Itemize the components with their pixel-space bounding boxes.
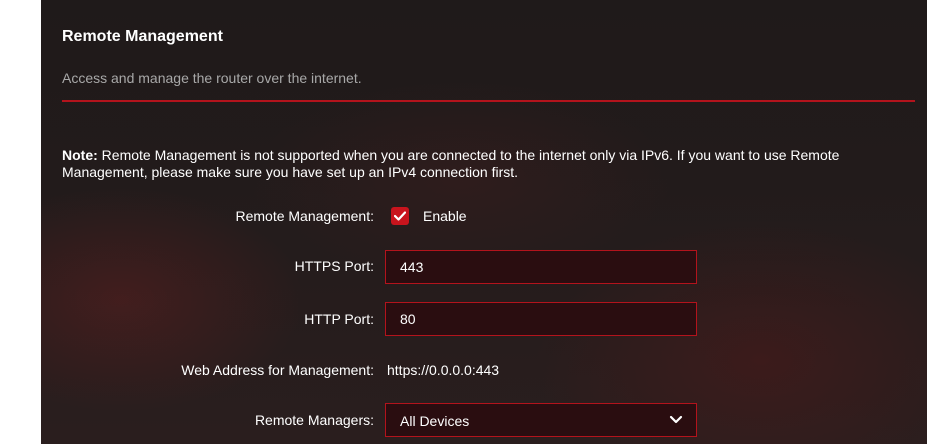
http-port-input[interactable]	[385, 302, 697, 336]
remote-managers-select[interactable]: All Devices	[385, 403, 697, 437]
section-divider	[62, 100, 915, 102]
chevron-down-icon	[669, 415, 683, 424]
check-icon	[394, 211, 406, 221]
enable-label[interactable]: Enable	[423, 208, 467, 224]
section-subtitle: Access and manage the router over the in…	[62, 70, 362, 86]
note-prefix: Note:	[62, 147, 98, 163]
remote-managers-value: All Devices	[400, 413, 470, 429]
web-address-value: https://0.0.0.0:443	[387, 362, 500, 378]
remote-managers-label: Remote Managers:	[254, 412, 374, 428]
note-body: Remote Management is not supported when …	[62, 147, 840, 180]
web-address-label: Web Address for Management:	[181, 362, 374, 378]
remote-management-label: Remote Management:	[235, 208, 374, 224]
https-port-input[interactable]	[385, 250, 697, 284]
enable-checkbox[interactable]	[391, 207, 409, 225]
http-port-label: HTTP Port:	[304, 311, 374, 327]
https-port-label: HTTPS Port:	[294, 258, 374, 274]
note-text: Note: Remote Management is not supported…	[62, 147, 922, 181]
section-title: Remote Management	[62, 28, 223, 45]
